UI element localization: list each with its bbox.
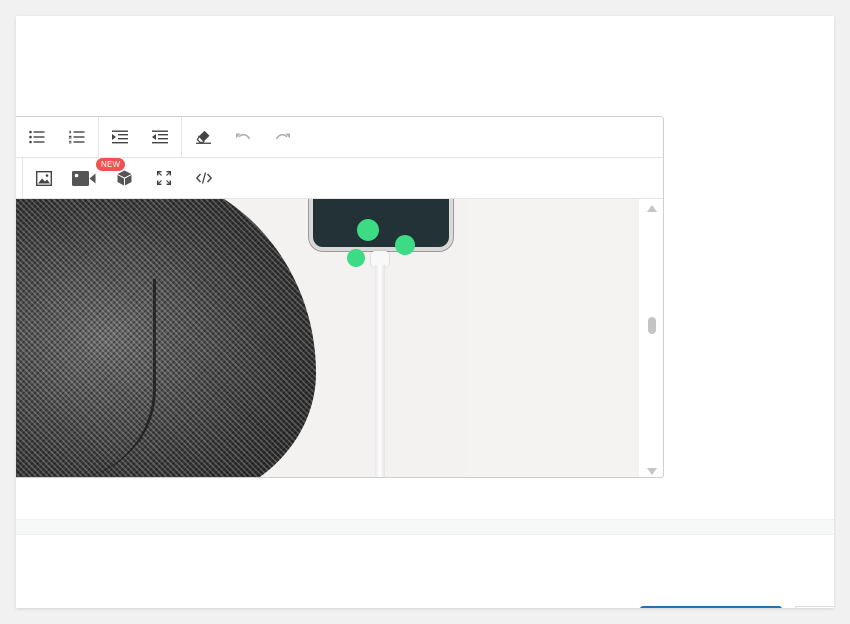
eraser-icon bbox=[195, 130, 211, 144]
source-code-button[interactable] bbox=[184, 158, 224, 198]
code-icon bbox=[196, 172, 212, 184]
undo-button[interactable] bbox=[223, 117, 263, 157]
toolbar-group-media: NEW bbox=[23, 158, 225, 198]
image-background bbox=[466, 199, 639, 477]
section-divider bbox=[16, 519, 834, 535]
bulleted-list-button[interactable] bbox=[17, 117, 57, 157]
numbered-list-icon bbox=[69, 130, 85, 144]
editor-panel: NEW bbox=[16, 16, 834, 608]
toolbar-group-spacer bbox=[16, 158, 23, 198]
phone-screen-dot bbox=[395, 235, 415, 255]
image-icon bbox=[36, 170, 52, 186]
fullscreen-button[interactable] bbox=[144, 158, 184, 198]
product-image-fabric bbox=[16, 199, 316, 477]
toolbar-group-indent bbox=[99, 117, 182, 157]
scroll-down-arrow-icon[interactable] bbox=[647, 468, 657, 475]
toolbar-group-lists bbox=[16, 117, 99, 157]
clear-formatting-button[interactable] bbox=[183, 117, 223, 157]
phone-screen-dot bbox=[347, 249, 365, 267]
bulleted-list-icon bbox=[29, 130, 45, 144]
video-camera-icon bbox=[72, 170, 96, 186]
redo-button[interactable] bbox=[263, 117, 303, 157]
scrollbar-thumb[interactable] bbox=[648, 317, 656, 334]
indent-button[interactable] bbox=[100, 117, 140, 157]
toolbar-row-insert: NEW bbox=[16, 158, 663, 199]
toolbar-group-history bbox=[182, 117, 304, 157]
numbered-list-button[interactable] bbox=[57, 117, 97, 157]
editor-content-area[interactable] bbox=[16, 199, 639, 477]
product-image-phone bbox=[309, 199, 453, 267]
redo-icon bbox=[275, 133, 290, 140]
indent-icon bbox=[112, 130, 128, 144]
content-scrollbar[interactable] bbox=[639, 199, 663, 477]
cube-icon bbox=[117, 170, 131, 186]
rich-text-editor: NEW bbox=[16, 116, 664, 478]
toolbar-row-formatting bbox=[16, 117, 663, 158]
insert-3d-model-button[interactable] bbox=[104, 158, 144, 198]
fullscreen-icon bbox=[157, 171, 171, 185]
phone-screen-dot bbox=[357, 219, 379, 241]
scroll-up-arrow-icon[interactable] bbox=[647, 205, 657, 212]
footer-secondary-button[interactable] bbox=[795, 606, 834, 608]
fabric-fold bbox=[16, 279, 156, 477]
outdent-button[interactable] bbox=[140, 117, 180, 157]
insert-video-button[interactable]: NEW bbox=[64, 158, 126, 198]
charging-cable bbox=[375, 265, 385, 477]
outdent-icon bbox=[152, 130, 168, 144]
footer-primary-button[interactable] bbox=[640, 606, 782, 608]
undo-icon bbox=[236, 133, 251, 140]
insert-image-button[interactable] bbox=[24, 158, 64, 198]
